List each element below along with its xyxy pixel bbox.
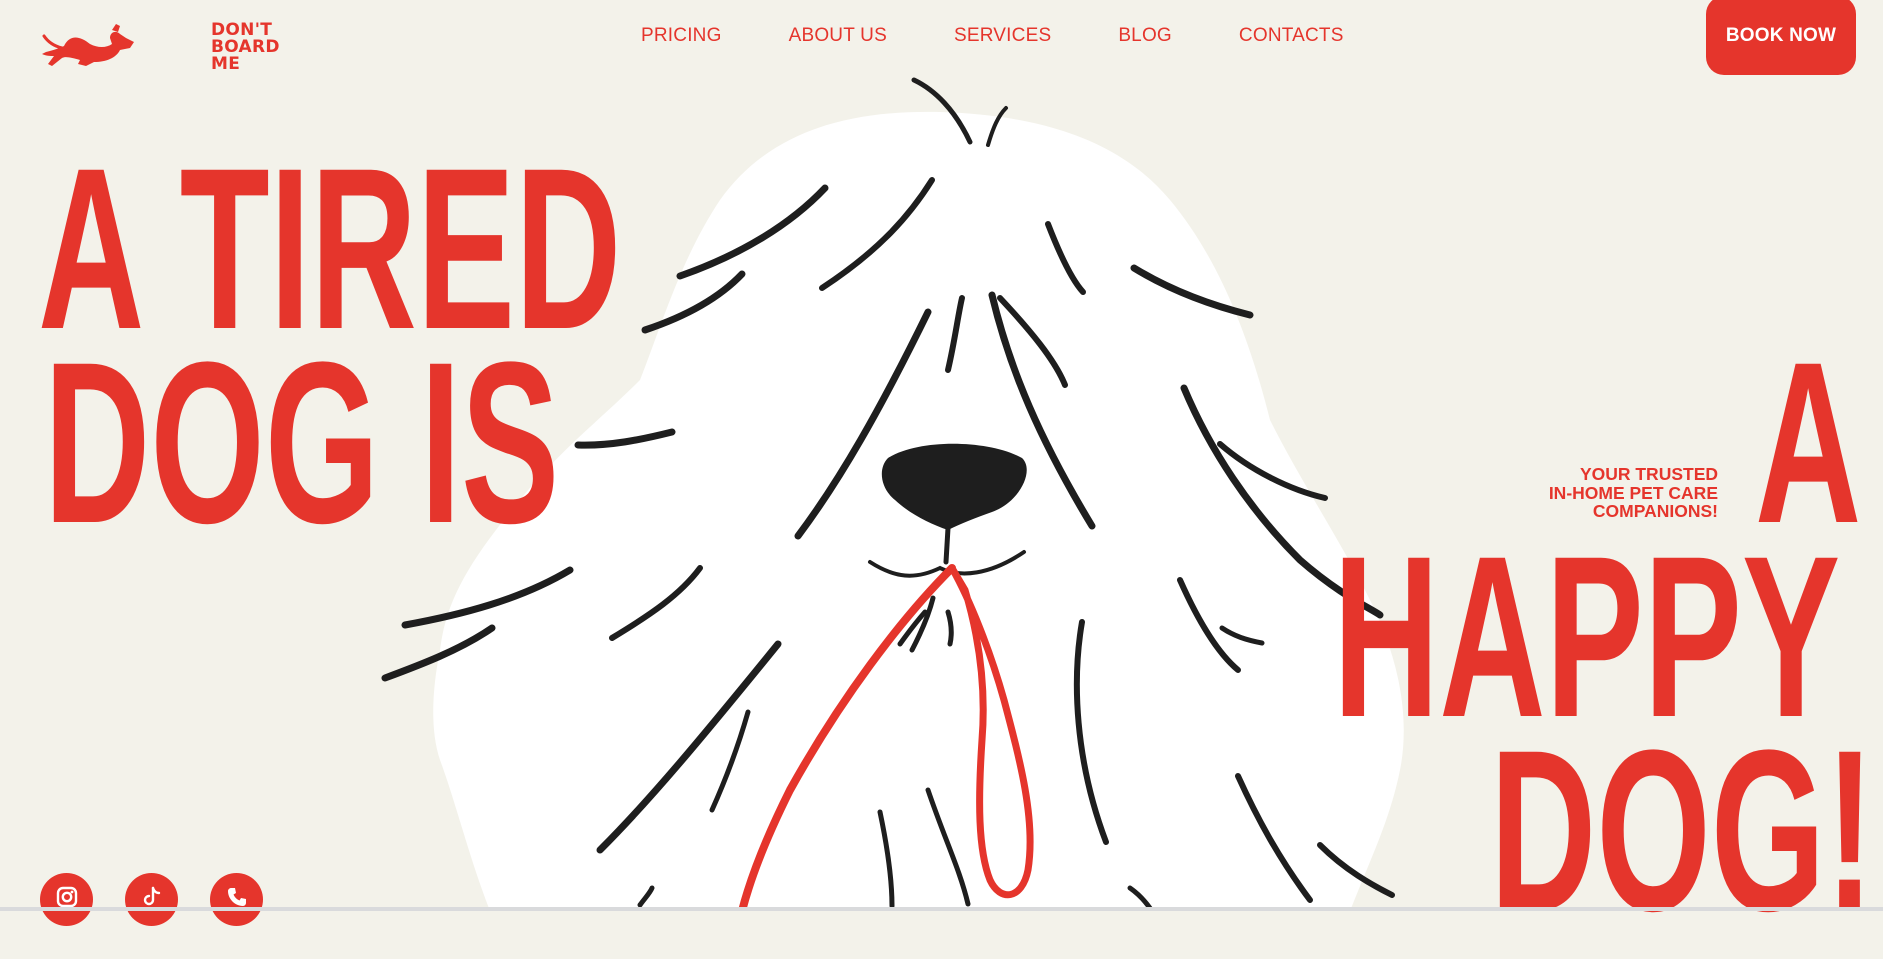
headline-line: DOG IS [44, 314, 560, 571]
browser-bottom-edge [0, 907, 1883, 911]
tagline-line: COMPANIONS! [1592, 501, 1718, 521]
tagline-line: IN-HOME PET CARE [1548, 482, 1718, 503]
instagram-link[interactable] [40, 873, 93, 926]
tiktok-link[interactable] [125, 873, 178, 926]
social-links [40, 873, 263, 926]
phone-link[interactable] [210, 873, 263, 926]
tagline-line: YOUR TRUSTED [1579, 464, 1718, 484]
phone-icon [227, 888, 246, 906]
instagram-icon [56, 886, 77, 908]
headline-line: DOG! [1490, 702, 1875, 959]
hero-tagline: YOUR TRUSTED IN-HOME PET CARE COMPANIONS… [1549, 465, 1718, 521]
tiktok-icon [143, 886, 160, 906]
